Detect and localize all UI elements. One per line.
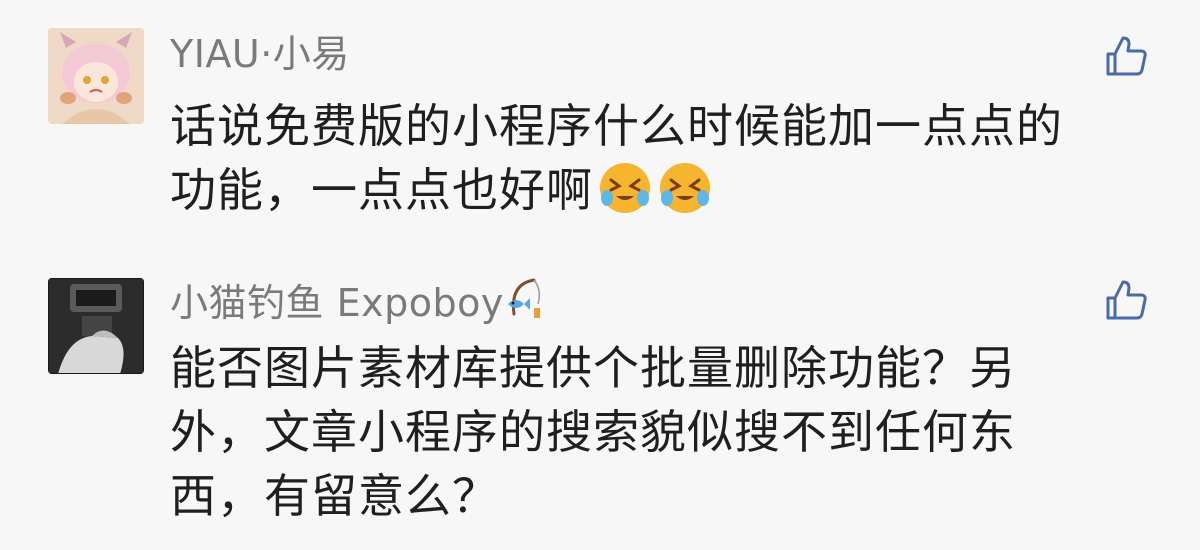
- comment-text: 话说免费版的小程序什么时候能加一点点的 功能，一点点也好啊: [170, 94, 1130, 222]
- photo-avatar: [48, 278, 144, 374]
- crying-laugh-emoji: [597, 160, 653, 216]
- thumbs-up-icon[interactable]: [1102, 32, 1150, 80]
- comment-text-line: 能否图片素材库提供个批量删除功能？另: [170, 341, 1016, 395]
- comment-item: 小猫钓鱼 Expoboy 能否图片素材库提供个批量删除功能？另 外，文章小程序的…: [0, 272, 1200, 542]
- comment-text-line: 话说免费版的小程序什么时候能加一点点的: [170, 99, 1063, 153]
- comment-text-line: 外，文章小程序的搜索貌似搜不到任何东: [170, 405, 1016, 459]
- comment-username[interactable]: 小猫钓鱼 Expoboy: [170, 274, 544, 333]
- comment-item: YIAU·小易 话说免费版的小程序什么时候能加一点点的 功能，一点点也好啊: [0, 28, 1200, 248]
- crying-laugh-emoji: [657, 160, 713, 216]
- thumbs-up-icon[interactable]: [1102, 276, 1150, 324]
- comment-text-line: 西，有留意么？: [170, 469, 499, 523]
- avatar[interactable]: [48, 278, 144, 374]
- comment-username[interactable]: YIAU·小易: [170, 30, 350, 78]
- anime-character-avatar: [48, 28, 144, 124]
- avatar[interactable]: [48, 28, 144, 124]
- comment-text: 能否图片素材库提供个批量删除功能？另 外，文章小程序的搜索貌似搜不到任何东 西，…: [170, 336, 1070, 528]
- fishing-icon: [504, 274, 544, 333]
- comment-text-line: 功能，一点点也好啊: [170, 158, 1130, 222]
